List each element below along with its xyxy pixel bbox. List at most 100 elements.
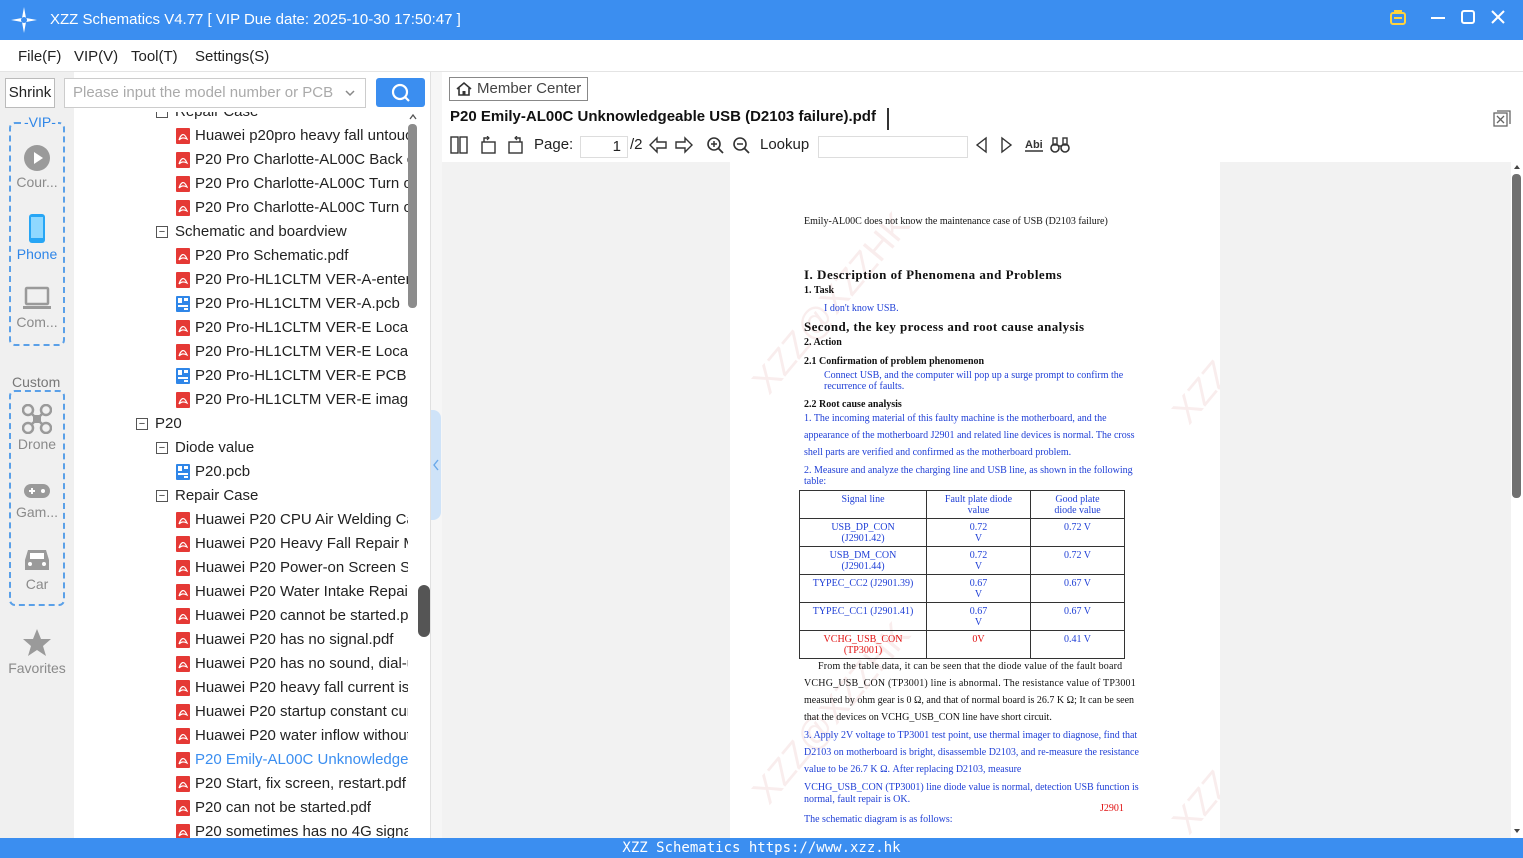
menu-file[interactable]: File(F)	[18, 48, 61, 65]
tree-file[interactable]: P20 Pro-HL1CLTM VER-A-enter	[74, 268, 408, 292]
tree-scroll-thumb[interactable]	[408, 124, 417, 308]
tree-file[interactable]: Huawei P20 Water Intake Repair	[74, 580, 408, 604]
tree-file[interactable]: P20 Pro-HL1CLTM VER-E Location	[74, 340, 408, 364]
tree-file[interactable]: Huawei P20 Heavy Fall Repair Method	[74, 532, 408, 556]
zoom-out-icon[interactable]	[732, 136, 750, 154]
document-tab[interactable]: P20 Emily-AL00C Unknowledgeable USB (D21…	[450, 108, 889, 130]
tree-folder[interactable]: − P20	[74, 412, 408, 436]
doc-heading-1: I. Description of Phenomena and Problems	[804, 267, 1063, 282]
tree-file[interactable]: Huawei P20 heavy fall current is	[74, 676, 408, 700]
tree-file[interactable]: P20 Pro-HL1CLTM VER-E PCB layout	[74, 364, 408, 388]
tree-file-label: Huawei P20 Water Intake Repair	[195, 583, 408, 600]
match-case-icon[interactable]: Abi	[1024, 136, 1044, 154]
tree-file[interactable]: Huawei P20 water inflow without	[74, 724, 408, 748]
tree-file[interactable]: Huawei P20 has no sound, dial-up	[74, 652, 408, 676]
tree-file[interactable]: P20.pcb	[74, 460, 408, 484]
close-button[interactable]	[1485, 7, 1511, 33]
table-row: USB_DP_CON (J2901.42) 0.72 V 0.72 V	[799, 518, 1125, 547]
pdf-file-icon	[176, 512, 190, 528]
pdf-scrollbar[interactable]	[1511, 162, 1523, 838]
collapse-toggle-icon[interactable]: −	[156, 226, 168, 238]
tree-file[interactable]: Huawei p20pro heavy fall untouched	[74, 124, 408, 148]
table-cell-text: 0.67 V	[1063, 606, 1092, 617]
menu-tool[interactable]: Tool(T)	[131, 48, 178, 65]
tree-file[interactable]: P20 Pro Charlotte-AL00C Turn on	[74, 172, 408, 196]
panel-splitter[interactable]	[430, 72, 442, 838]
binoculars-icon[interactable]	[1050, 136, 1070, 154]
collapse-panel-tab[interactable]	[431, 410, 441, 520]
tree-scrollbar[interactable]	[408, 112, 418, 838]
tree-file[interactable]: P20 Pro-HL1CLTM VER-A.pcb	[74, 292, 408, 316]
tree-file[interactable]: P20 Pro-HL1CLTM VER-E Location	[74, 316, 408, 340]
prev-page-icon[interactable]	[648, 136, 668, 154]
find-next-icon[interactable]	[1000, 136, 1014, 154]
tree-file[interactable]: Huawei P20 CPU Air Welding Case	[74, 508, 408, 532]
pdf-scroll-thumb[interactable]	[1512, 174, 1521, 498]
member-center-button[interactable]: Member Center	[449, 77, 588, 101]
rail-item-favorites[interactable]: Favorites	[2, 628, 72, 676]
rail-item-game[interactable]: Gam...	[2, 480, 72, 520]
tree-file[interactable]: Huawei P20 has no signal.pdf	[74, 628, 408, 652]
collapse-toggle-icon[interactable]: −	[156, 442, 168, 454]
vip-group-label: -VIP-	[22, 114, 58, 130]
table-cell: VCHG_USB_CON (TP3001)	[799, 630, 927, 659]
tree-file[interactable]: P20 sometimes has no 4G signal	[74, 820, 408, 838]
collapse-toggle-icon[interactable]: −	[156, 112, 168, 118]
table-cell-text: USB_DM_CON	[829, 550, 897, 561]
menu-vip[interactable]: VIP(V)	[74, 48, 118, 65]
search-button[interactable]	[376, 78, 425, 107]
panel-resize-handle[interactable]	[418, 585, 430, 637]
collapse-toggle-icon[interactable]: −	[136, 418, 148, 430]
tree-file-label: Huawei P20 startup constant current	[195, 703, 408, 720]
chevron-down-icon[interactable]	[345, 88, 355, 98]
doc-heading-2: Second, the key process and root cause a…	[804, 319, 1085, 334]
rail-item-drone[interactable]: Drone	[2, 404, 72, 452]
pdf-canvas[interactable]: XZZ@XZZHK XZZ@XZZHK XZZ@XZZHK XZZ@XZZHK …	[442, 162, 1511, 838]
table-cell-text: 0.72	[969, 550, 988, 561]
next-page-icon[interactable]	[674, 136, 694, 154]
tree-file-label: Huawei P20 Power-on Screen Stuck	[195, 559, 408, 576]
tree-file[interactable]: Huawei P20 cannot be started.pdf	[74, 604, 408, 628]
tree-folder[interactable]: − Schematic and boardview	[74, 220, 408, 244]
rail-item-course[interactable]: Cour...	[2, 144, 72, 190]
table-cell-text: TYPEC_CC1 (J2901.41)	[812, 606, 914, 617]
shrink-button[interactable]: Shrink	[5, 78, 55, 108]
tree-file[interactable]: P20 Pro Schematic.pdf	[74, 244, 408, 268]
lookup-input[interactable]	[818, 136, 968, 158]
custom-group-label: Custom	[10, 374, 63, 390]
maximize-button[interactable]	[1455, 7, 1481, 33]
table-cell: TYPEC_CC2 (J2901.39)	[799, 574, 927, 603]
close-document-icon[interactable]	[1493, 110, 1511, 128]
tree-file[interactable]: Huawei P20 Power-on Screen Stuck	[74, 556, 408, 580]
zoom-in-icon[interactable]	[706, 136, 724, 154]
pdf-file-icon	[176, 344, 190, 360]
rotate-left-icon[interactable]	[480, 136, 498, 154]
minimize-button[interactable]	[1425, 7, 1451, 33]
collapse-toggle-icon[interactable]: −	[156, 490, 168, 502]
tree-folder[interactable]: −Repair Case	[74, 484, 408, 508]
tree-file[interactable]: P20 Pro-HL1CLTM VER-E image	[74, 388, 408, 412]
scroll-down-icon[interactable]	[1511, 826, 1523, 836]
rotate-right-icon[interactable]	[506, 136, 524, 154]
scroll-up-icon[interactable]	[408, 112, 418, 122]
tree-file[interactable]: P20 Pro Charlotte-AL00C Back cover	[74, 148, 408, 172]
vip-bag-icon[interactable]	[1385, 7, 1411, 33]
menu-settings[interactable]: Settings(S)	[195, 48, 269, 65]
rail-item-computer[interactable]: Com...	[2, 286, 72, 330]
model-search-input[interactable]: Please input the model number or PCB	[64, 78, 366, 108]
rail-item-phone[interactable]: Phone	[2, 214, 72, 262]
tree-file[interactable]: P20 Emily-AL00C Unknowledgeable	[74, 748, 408, 772]
tree-file[interactable]: P20 Start, fix screen, restart.pdf	[74, 772, 408, 796]
tree-folder[interactable]: − Diode value	[74, 436, 408, 460]
tree-file[interactable]: P20 Pro Charlotte-AL00C Turn on	[74, 196, 408, 220]
tree-file[interactable]: Huawei P20 startup constant current	[74, 700, 408, 724]
two-page-view-icon[interactable]	[450, 136, 468, 154]
scroll-up-icon[interactable]	[1511, 162, 1523, 172]
find-previous-icon[interactable]	[974, 136, 988, 154]
page-number-input[interactable]: 1	[580, 136, 628, 158]
pdf-file-icon	[176, 800, 190, 816]
rail-item-car[interactable]: Car	[2, 546, 72, 592]
tree-file[interactable]: P20 can not be started.pdf	[74, 796, 408, 820]
tree-folder[interactable]: −Repair Case	[74, 112, 408, 124]
table-cell-text: V	[974, 561, 983, 572]
